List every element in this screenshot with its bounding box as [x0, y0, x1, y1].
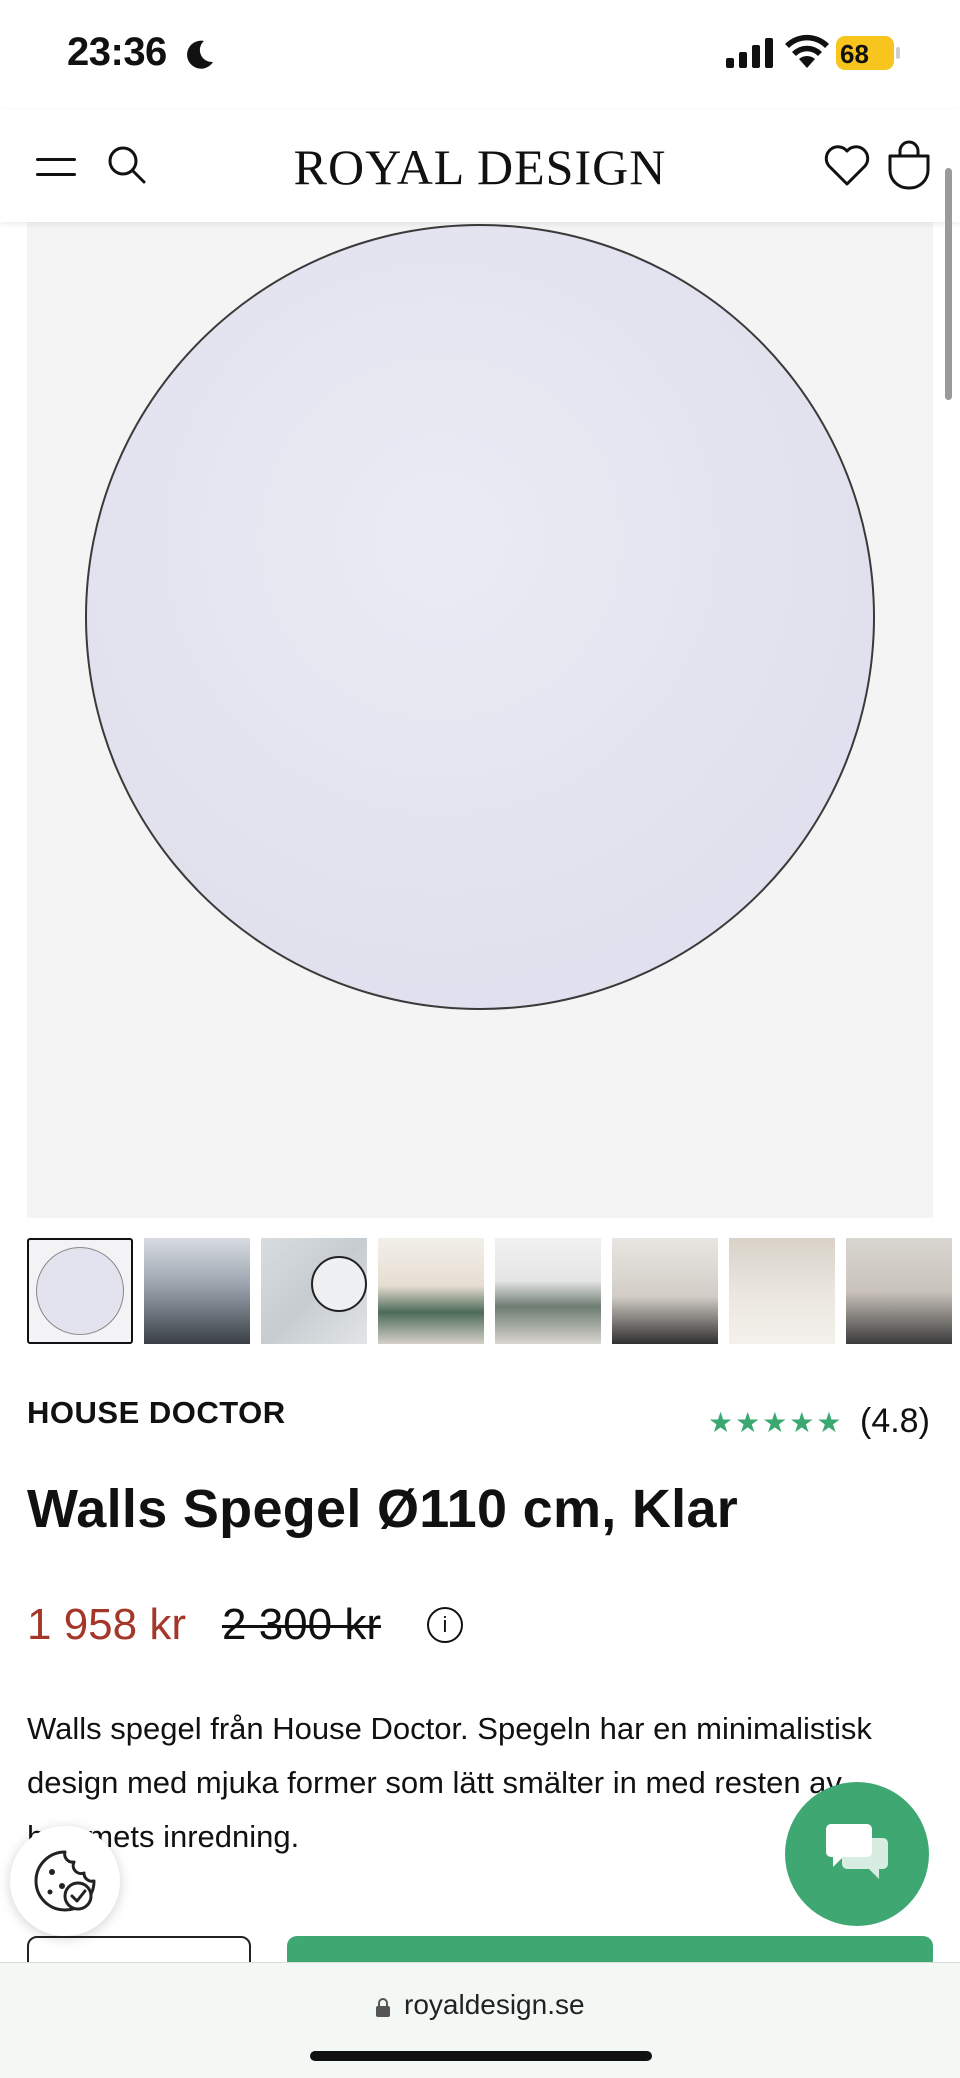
page-scrollbar[interactable]	[945, 168, 952, 400]
sale-price: 1 958 kr	[27, 1600, 186, 1649]
site-logo[interactable]: ROYAL DESIGN	[0, 138, 960, 196]
cookie-settings-button[interactable]	[10, 1826, 120, 1936]
product-title: Walls Spegel Ø110 cm, Klar	[27, 1479, 739, 1539]
lock-icon	[376, 1998, 390, 2017]
thumbnail-8[interactable]	[846, 1238, 952, 1344]
signal-icon	[726, 38, 773, 68]
thumbnail-1[interactable]	[27, 1238, 133, 1344]
site-header: ROYAL DESIGN	[0, 110, 960, 222]
rating-stars[interactable]: ★★★★★	[708, 1406, 844, 1439]
chat-icon	[826, 1824, 888, 1879]
battery-level: 68	[840, 39, 869, 69]
cookie-icon	[34, 1850, 96, 1912]
thumbnail-strip[interactable]	[27, 1238, 960, 1344]
browser-address-bar[interactable]: royaldesign.se	[0, 1962, 960, 2078]
status-time: 23:36	[67, 30, 167, 74]
brand-name[interactable]: HOUSE DOCTOR	[27, 1395, 286, 1431]
status-bar: 23:36 68	[0, 0, 960, 110]
home-indicator[interactable]	[310, 2051, 652, 2061]
bag-icon[interactable]	[886, 138, 932, 190]
moon-icon	[187, 40, 213, 69]
thumbnail-7[interactable]	[729, 1238, 835, 1344]
original-price: 2 300 kr	[222, 1600, 381, 1649]
battery-indicator: 68	[836, 36, 900, 70]
chat-button[interactable]	[785, 1782, 929, 1926]
wifi-icon	[785, 34, 829, 68]
thumbnail-4[interactable]	[378, 1238, 484, 1344]
url-text[interactable]: royaldesign.se	[404, 1989, 585, 2021]
thumbnail-5[interactable]	[495, 1238, 601, 1344]
heart-icon[interactable]	[822, 140, 872, 190]
thumbnail-3[interactable]	[261, 1238, 367, 1344]
rating-value[interactable]: (4.8)	[860, 1402, 930, 1441]
round-mirror-image	[85, 224, 875, 1010]
product-main-image[interactable]	[27, 222, 933, 1218]
price-info-icon[interactable]: i	[427, 1607, 463, 1643]
thumbnail-6[interactable]	[612, 1238, 718, 1344]
thumbnail-2[interactable]	[144, 1238, 250, 1344]
